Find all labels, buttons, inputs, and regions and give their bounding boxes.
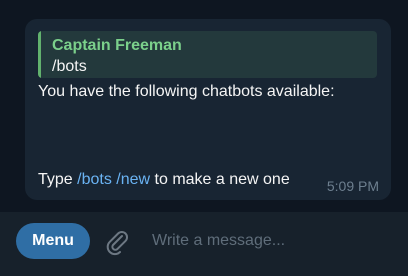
message-time: 5:09 PM: [326, 178, 379, 194]
message-text-prefix: Type: [38, 171, 78, 188]
message-text-line2: Type /bots /new to make a new one: [38, 171, 290, 189]
reply-text: /bots: [52, 58, 87, 75]
reply-accent-bar: [38, 31, 41, 78]
message-input[interactable]: [152, 228, 392, 254]
message-text-suffix: to make a new one: [150, 171, 290, 188]
menu-button[interactable]: Menu: [16, 223, 90, 259]
new-command-link[interactable]: /new: [116, 171, 150, 188]
message-composer: Menu: [0, 212, 408, 276]
message-text-line1: You have the following chatbots availabl…: [38, 83, 335, 100]
reply-quote[interactable]: Captain Freeman /bots: [38, 31, 377, 78]
bots-command-link[interactable]: /bots: [77, 171, 112, 188]
message-bubble[interactable]: Captain Freeman /bots You have the follo…: [25, 19, 391, 200]
chat-area: Captain Freeman /bots You have the follo…: [0, 0, 408, 212]
paperclip-icon[interactable]: [102, 227, 132, 257]
reply-author: Captain Freeman: [52, 37, 182, 54]
